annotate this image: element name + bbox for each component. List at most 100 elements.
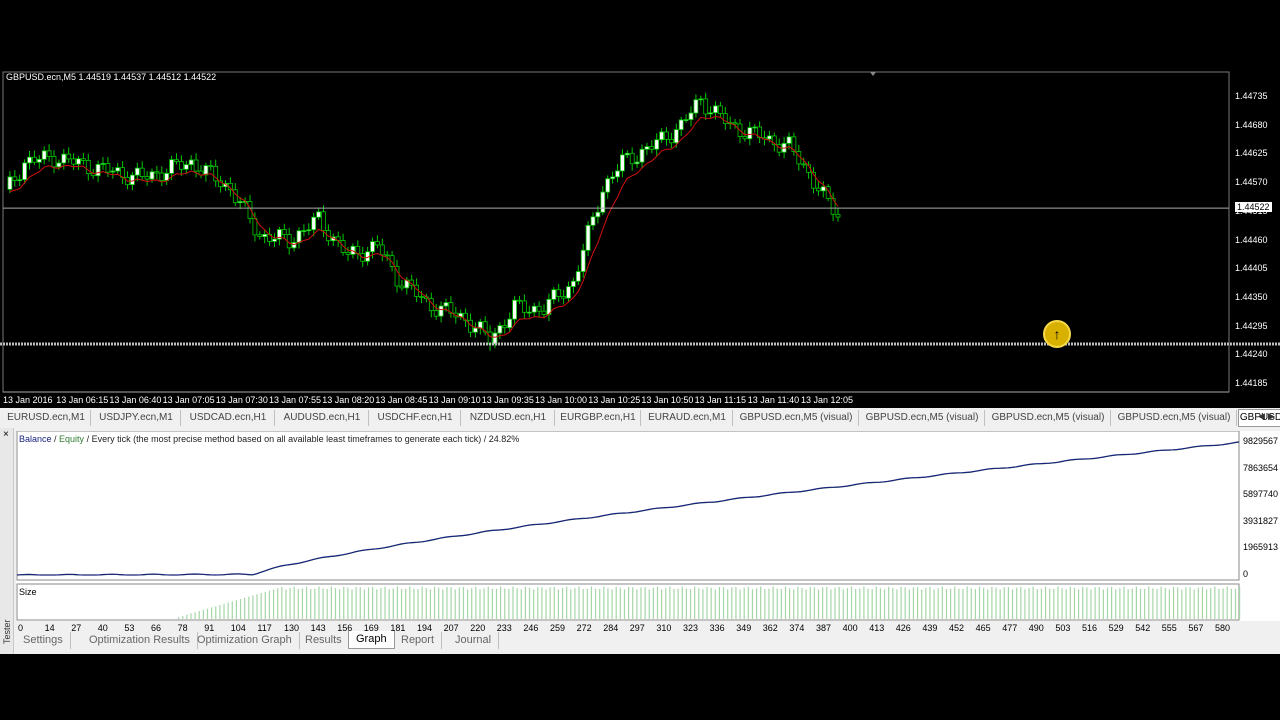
tabs-scroll-left-icon[interactable]: ◀: [1258, 411, 1265, 422]
candle-body: [51, 156, 57, 168]
candle-body: [178, 161, 184, 170]
graph-y-axis-label: 3931827: [1243, 515, 1279, 526]
size-bar: [380, 587, 382, 619]
size-bar: [1061, 588, 1063, 619]
size-bar: [826, 587, 828, 619]
chart-tab[interactable]: EURAUD.ecn,M1: [642, 410, 733, 426]
size-bar: [256, 594, 258, 619]
candle-body: [659, 131, 664, 141]
size-bar: [429, 589, 432, 619]
chart-tab[interactable]: EURUSD.ecn,M1: [2, 410, 91, 426]
size-bar: [735, 587, 737, 619]
size-bar: [1102, 589, 1104, 619]
tester-tab-settings[interactable]: Settings: [16, 632, 71, 649]
size-bar: [978, 586, 981, 619]
candle-body: [169, 159, 175, 174]
candle-body: [649, 146, 655, 150]
chart-tab[interactable]: GBPUSD.ecn,M5 (visual): [734, 410, 859, 426]
size-bar: [908, 589, 910, 619]
candle-body: [492, 332, 498, 345]
tester-tab-optimization-graph[interactable]: Optimization Graph: [190, 632, 300, 649]
size-bar: [334, 588, 337, 619]
size-bar: [520, 589, 522, 619]
size-bar: [537, 587, 539, 619]
time-axis-label: 13 Jan 07:30: [215, 395, 268, 405]
candle-body: [134, 167, 140, 176]
size-bar: [549, 587, 551, 619]
size-bar: [714, 589, 716, 619]
price-axis-label: 1.44460: [1235, 234, 1268, 245]
chart-tab[interactable]: USDCHF.ecn,H1: [370, 410, 461, 426]
size-bar: [442, 589, 444, 619]
candle-body: [698, 98, 704, 101]
graph-y-axis-label: 0: [1243, 569, 1249, 579]
graph-y-axis-label: 9829567: [1243, 436, 1279, 446]
candle-body: [512, 299, 517, 320]
time-axis-label: 13 Jan 11:15: [694, 395, 746, 405]
candle-body: [252, 218, 258, 236]
size-bar: [363, 589, 365, 619]
size-bar: [318, 586, 320, 619]
time-axis-label: 13 Jan 06:15: [56, 395, 109, 405]
size-bar: [413, 588, 415, 619]
tester-tab-report[interactable]: Report: [394, 632, 443, 649]
size-bar: [301, 588, 304, 619]
chart-tab[interactable]: NZDUSD.ecn,H1: [462, 410, 555, 426]
size-bar: [1123, 586, 1125, 619]
size-bar: [1177, 587, 1179, 619]
size-bar: [999, 589, 1001, 619]
size-bar: [1205, 589, 1208, 619]
size-bar: [665, 588, 667, 619]
chart-tab[interactable]: GBPUSD.ecn,M5 (visual): [1112, 410, 1237, 426]
chart-tab[interactable]: AUDUSD.ecn,H1: [276, 410, 369, 426]
chart-tab[interactable]: GBPUSD.ecn,M5 (visual): [860, 410, 985, 426]
size-bar: [817, 589, 820, 619]
candle-body: [664, 131, 669, 140]
tester-tab-optimization-results[interactable]: Optimization Results: [82, 632, 198, 649]
tester-tab-journal[interactable]: Journal: [448, 632, 500, 649]
candle-body: [585, 224, 591, 251]
time-axis-label: 13 Jan 06:40: [109, 395, 162, 405]
candle-body: [419, 296, 424, 298]
tester-tab-graph[interactable]: Graph: [348, 631, 395, 649]
candle-body: [487, 331, 493, 345]
size-bar: [495, 588, 498, 619]
size-bar: [1148, 586, 1150, 619]
candle-body: [820, 186, 826, 192]
size-bar: [970, 588, 972, 619]
size-bar: [995, 587, 997, 619]
size-bar: [396, 586, 399, 619]
size-bar: [1168, 589, 1171, 619]
chart-tab[interactable]: USDJPY.ecn,M1: [92, 410, 181, 426]
size-bar: [689, 588, 692, 619]
size-bar: [1069, 586, 1071, 619]
size-bar: [1003, 587, 1005, 619]
size-bar: [1210, 588, 1212, 619]
size-bar: [1201, 586, 1204, 619]
size-bar: [458, 587, 460, 619]
size-bar: [1057, 586, 1059, 619]
candlestick-chart[interactable]: [0, 66, 1280, 408]
tabs-scroll-right-icon[interactable]: ▶: [1268, 411, 1275, 422]
size-bar: [685, 588, 687, 619]
size-bar: [921, 589, 923, 619]
chart-shift-marker-icon[interactable]: [870, 72, 876, 76]
time-axis-label: 13 Jan 08:45: [375, 395, 428, 405]
candle-body: [639, 148, 645, 163]
size-bar: [801, 587, 803, 619]
size-bar: [471, 587, 473, 619]
tester-graph[interactable]: Balance / Equity / Every tick (the most …: [16, 431, 1280, 633]
candle-body: [370, 241, 375, 253]
chart-window[interactable]: GBPUSD.ecn,M5 1.44519 1.44537 1.44512 1.…: [0, 66, 1280, 408]
close-icon[interactable]: ×: [3, 429, 9, 440]
size-bar: [293, 586, 295, 619]
chart-tab[interactable]: USDCAD.ecn,H1: [182, 410, 275, 426]
candle-body: [345, 252, 351, 255]
candle-body: [575, 271, 581, 282]
candle-body: [208, 165, 214, 168]
size-bar: [822, 587, 824, 619]
chart-tab[interactable]: GBPUSD.ecn,M5 (visual): [986, 410, 1111, 426]
chart-tab[interactable]: EURGBP.ecn,H1: [556, 410, 641, 426]
tester-tab-results[interactable]: Results: [298, 632, 350, 649]
size-bar: [244, 597, 246, 619]
